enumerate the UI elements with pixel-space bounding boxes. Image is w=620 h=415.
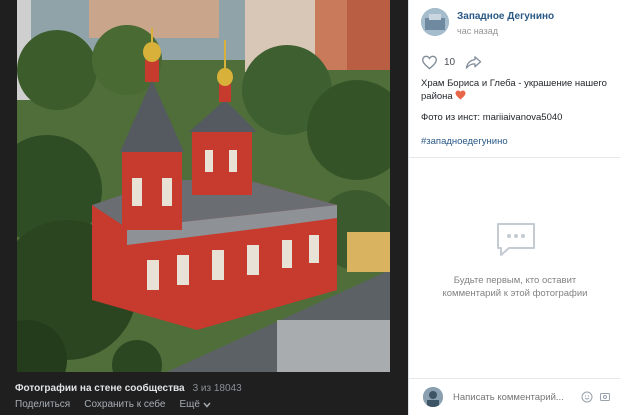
community-avatar[interactable] — [421, 8, 449, 36]
like-count: 10 — [444, 57, 456, 68]
heart-icon — [421, 55, 438, 70]
heart-emoji-icon — [455, 90, 466, 100]
user-avatar[interactable] — [423, 387, 443, 407]
divider — [409, 157, 620, 158]
post-actions: 10 — [421, 55, 482, 70]
emoji-icon[interactable] — [581, 391, 593, 403]
comments-empty-text: Будьте первым, кто оставит комментарий к… — [442, 275, 588, 299]
hashtag-link[interactable]: #западноедегунино — [421, 136, 508, 147]
attach-icon[interactable] — [599, 391, 611, 403]
more-menu[interactable]: Ещё — [179, 399, 211, 410]
share-link[interactable]: Поделиться — [15, 399, 70, 410]
share-icon[interactable] — [465, 55, 482, 70]
comment-input[interactable] — [453, 391, 563, 403]
post-author: Западное Дегунино час назад — [421, 8, 554, 36]
save-link[interactable]: Сохранить к себе — [84, 399, 165, 410]
comment-bar — [409, 378, 620, 415]
chevron-down-icon — [203, 402, 211, 408]
info-panel: Западное Дегунино час назад 10 Храм Бори… — [408, 0, 620, 415]
post-source: Фото из инст: mariiaivanova5040 — [421, 112, 563, 123]
photo-viewer: Фотографии на стене сообщества 3 из 1804… — [0, 0, 620, 415]
church-photo-image — [17, 0, 390, 372]
like-button[interactable]: 10 — [421, 55, 455, 70]
comments-empty-icon — [497, 223, 535, 256]
author-name[interactable]: Западное Дегунино — [457, 11, 554, 22]
photo-counter: 3 из 18043 — [192, 382, 242, 394]
photo-pane: Фотографии на стене сообщества 3 из 1804… — [0, 0, 408, 415]
post-time[interactable]: час назад — [457, 26, 554, 36]
post-text: Храм Бориса и Глеба - украшение нашего р… — [421, 77, 611, 103]
album-title[interactable]: Фотографии на стене сообщества — [15, 383, 185, 394]
photo[interactable] — [17, 0, 390, 372]
comment-tools — [581, 391, 611, 403]
post-text-content: Храм Бориса и Глеба - украшение нашего р… — [421, 78, 607, 102]
photo-footer: Фотографии на стене сообщества 3 из 1804… — [15, 381, 405, 411]
more-label: Ещё — [179, 399, 200, 410]
